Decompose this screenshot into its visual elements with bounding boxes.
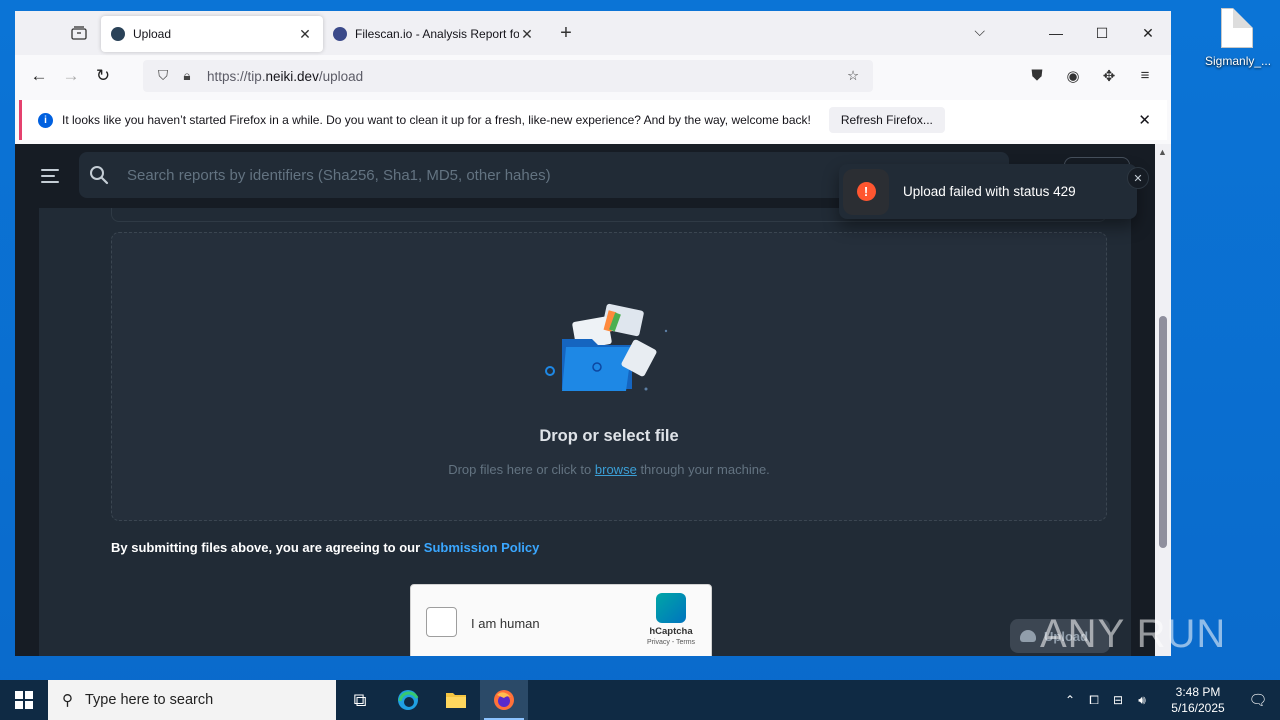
forward-icon[interactable]: → — [55, 60, 87, 92]
window-controls: — ☐ ✕ — [1033, 11, 1171, 55]
hamburger-menu-icon[interactable] — [41, 169, 59, 183]
error-toast: ! Upload failed with status 429 ✕ — [839, 164, 1149, 219]
firefox-icon[interactable] — [480, 680, 528, 720]
close-tab-icon[interactable]: ✕ — [297, 26, 313, 43]
pocket-icon[interactable]: ⛊ — [1019, 67, 1055, 85]
windows-start-icon[interactable] — [0, 680, 48, 720]
clock-date: 5/16/2025 — [1171, 701, 1225, 715]
url-text[interactable]: https://tip.neiki.dev/upload — [207, 69, 841, 84]
hcaptcha-brand: hCaptcha Privacy - Terms — [641, 593, 701, 646]
tab-filescan[interactable]: Filescan.io - Analysis Report for ✕ — [323, 16, 545, 52]
search-placeholder: Search reports by identifiers (Sha256, S… — [127, 166, 551, 184]
lock-icon[interactable]: 🔒︎ — [175, 68, 199, 84]
search-icon — [89, 165, 109, 185]
toolbar-right: ⛊ ◉ ✥ ≡ — [1019, 67, 1163, 85]
chevron-down-icon[interactable]: ⌵ — [974, 23, 985, 40]
maximize-icon[interactable]: ☐ — [1079, 11, 1125, 55]
account-icon[interactable]: ◉ — [1055, 67, 1091, 85]
clock[interactable]: 3:48 PM 5/16/2025 — [1160, 684, 1236, 716]
hcaptcha-widget: I am human hCaptcha Privacy - Terms — [410, 584, 712, 656]
close-toast-icon[interactable]: ✕ — [1127, 167, 1149, 189]
close-window-icon[interactable]: ✕ — [1125, 11, 1171, 55]
error-icon: ! — [856, 182, 876, 201]
tab-list-icon[interactable] — [59, 17, 99, 49]
file-icon — [1221, 8, 1253, 48]
new-tab-icon[interactable]: + — [551, 22, 581, 45]
device-icon[interactable]: ⧠ — [1082, 693, 1106, 708]
nav-bar: ← → ↻ ⛉ 🔒︎ https://tip.neiki.dev/upload … — [15, 55, 1171, 97]
policy-statement: By submitting files above, you are agree… — [111, 540, 540, 555]
taskbar-search-placeholder: Type here to search — [85, 692, 214, 708]
page-content: Drop or select file Drop files here or c… — [15, 144, 1171, 656]
toast-message: Upload failed with status 429 — [903, 184, 1076, 199]
folder-illustration-icon — [545, 303, 668, 391]
file-dropzone[interactable]: Drop or select file Drop files here or c… — [111, 232, 1107, 521]
captcha-label: I am human — [471, 616, 540, 631]
page-scrollbar[interactable]: ▲ — [1155, 144, 1171, 656]
clock-time: 3:48 PM — [1175, 685, 1221, 699]
watermark: ANY RUN — [1040, 612, 1227, 656]
dropzone-title: Drop or select file — [539, 427, 679, 445]
scroll-thumb[interactable] — [1159, 316, 1167, 548]
browser-window: Upload ✕ Filescan.io - Analysis Report f… — [15, 11, 1171, 656]
network-icon[interactable]: ⊟ — [1106, 693, 1130, 707]
tab-title: Filescan.io - Analysis Report for — [355, 27, 519, 41]
back-icon[interactable]: ← — [23, 60, 55, 92]
main-panel: Drop or select file Drop files here or c… — [39, 144, 1131, 656]
upload-favicon-icon — [111, 27, 125, 41]
notification-center-icon[interactable]: 🗨︎ — [1236, 691, 1280, 709]
dropzone-subtitle: Drop files here or click to browse throu… — [448, 462, 770, 477]
close-notification-icon[interactable]: ✕ — [1138, 111, 1151, 129]
browse-link[interactable]: browse — [595, 462, 637, 477]
tab-title: Upload — [133, 27, 172, 41]
cloud-upload-icon — [1020, 630, 1036, 642]
error-icon-wrap: ! — [843, 168, 889, 215]
menu-icon[interactable]: ≡ — [1127, 67, 1163, 85]
search-icon: ⚲ — [62, 692, 73, 709]
captcha-checkbox[interactable] — [426, 607, 457, 637]
desktop-icon-label: Sigmanly_... — [1205, 54, 1272, 68]
info-icon: i — [38, 112, 53, 128]
task-view-icon[interactable]: ⧉ — [336, 680, 384, 720]
notification-text: It looks like you haven’t started Firefo… — [62, 113, 811, 127]
notification-bar: i It looks like you haven’t started Fire… — [19, 100, 1167, 140]
tab-upload[interactable]: Upload ✕ — [101, 16, 323, 52]
shield-icon[interactable]: ⛉ — [151, 68, 175, 84]
minimize-icon[interactable]: — — [1033, 11, 1079, 55]
file-explorer-icon[interactable] — [432, 680, 480, 720]
hcaptcha-terms-link[interactable]: Privacy - Terms — [641, 639, 701, 646]
reload-icon[interactable]: ↻ — [87, 60, 119, 92]
filescan-favicon-icon — [333, 27, 347, 41]
tab-bar: Upload ✕ Filescan.io - Analysis Report f… — [15, 11, 1171, 55]
scroll-up-icon[interactable]: ▲ — [1158, 147, 1167, 157]
bookmark-star-icon[interactable]: ☆ — [841, 68, 865, 84]
taskbar: ⚲ Type here to search ⧉ ⌃ ⧠ ⊟ 🔊︎ 3:48 PM… — [0, 680, 1280, 720]
taskbar-search-input[interactable]: ⚲ Type here to search — [48, 680, 336, 720]
close-tab-icon[interactable]: ✕ — [519, 26, 535, 43]
chevron-up-icon[interactable]: ⌃ — [1058, 693, 1082, 707]
extensions-icon[interactable]: ✥ — [1091, 67, 1127, 85]
system-tray: ⌃ ⧠ ⊟ 🔊︎ 3:48 PM 5/16/2025 🗨︎ — [1058, 684, 1280, 716]
submission-policy-link[interactable]: Submission Policy — [424, 540, 540, 555]
refresh-firefox-button[interactable]: Refresh Firefox... — [828, 107, 945, 133]
hcaptcha-name: hCaptcha — [649, 626, 693, 637]
desktop-file-icon[interactable]: Sigmanly_... — [1205, 8, 1272, 68]
hcaptcha-logo-icon — [656, 593, 686, 623]
volume-icon[interactable]: 🔊︎ — [1130, 693, 1154, 708]
url-bar[interactable]: ⛉ 🔒︎ https://tip.neiki.dev/upload ☆ — [143, 60, 873, 92]
edge-icon[interactable] — [384, 680, 432, 720]
